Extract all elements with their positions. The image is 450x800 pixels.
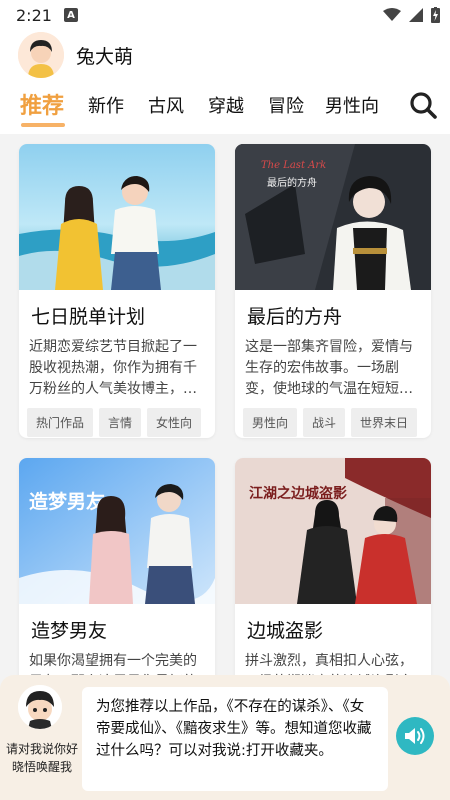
active-tab-indicator xyxy=(21,123,65,127)
card-tag[interactable]: 女性向 xyxy=(147,408,202,437)
tab-male-oriented[interactable]: 男性向 xyxy=(325,92,379,118)
tab-adventure[interactable]: 冒险 xyxy=(268,92,304,118)
status-icons xyxy=(383,7,440,23)
cover-english-title: The Last Ark xyxy=(261,160,326,171)
tab-ancient[interactable]: 古风 xyxy=(148,92,184,118)
category-tabs: 推荐 新作 古风 穿越 冒险 男性向 xyxy=(0,88,450,130)
header: 兔大萌 推荐 新作 古风 穿越 冒险 男性向 xyxy=(0,30,450,134)
tab-time-travel[interactable]: 穿越 xyxy=(208,92,244,118)
app-notification-icon: A xyxy=(63,8,78,22)
username: 兔大萌 xyxy=(76,45,134,68)
cover-chinese-title: 最后的方舟 xyxy=(267,176,317,189)
card-title: 造梦男友 xyxy=(31,620,108,642)
card-title: 七日脱单计划 xyxy=(31,306,146,328)
tab-recommended[interactable]: 推荐 xyxy=(20,88,64,120)
card-tags: 热门作品 言情 女性向 xyxy=(27,408,215,437)
user-avatar[interactable] xyxy=(18,32,64,78)
card-tag[interactable]: 世界末日 xyxy=(351,408,418,437)
tab-new[interactable]: 新作 xyxy=(88,92,124,118)
card-tag[interactable]: 男性向 xyxy=(243,408,298,437)
speaker-icon xyxy=(405,728,425,744)
card-description: 近期恋爱综艺节目掀起了一股收视热潮，你作为拥有千万粉丝的人气美妆博主，… xyxy=(29,339,197,397)
card-tag[interactable]: 热门作品 xyxy=(27,408,94,437)
search-icon[interactable] xyxy=(408,90,438,120)
signal-icon xyxy=(409,8,423,22)
wake-word-hint: 请对我说你好晓悟唤醒我 xyxy=(6,742,79,774)
card-title: 最后的方舟 xyxy=(247,306,343,328)
card-tag[interactable]: 战斗 xyxy=(303,408,346,437)
assistant-message: 为您推荐以上作品，《不存在的谋杀》、《女帝要成仙》、《黯夜求生》等。想知道您收藏… xyxy=(82,687,388,791)
card-description: 这是一部集齐冒险，爱情与生存的宏伟故事。一场剧变，使地球的气温在短短… xyxy=(245,339,413,397)
user-profile[interactable]: 兔大萌 xyxy=(18,32,133,78)
card-cover-image xyxy=(19,144,215,290)
voice-assistant-panel: 请对我说你好晓悟唤醒我 为您推荐以上作品，《不存在的谋杀》、《女帝要成仙》、《黯… xyxy=(0,675,450,800)
battery-icon xyxy=(431,7,440,23)
wifi-icon xyxy=(383,8,401,21)
card-cover-image: The Last Ark 最后的方舟 xyxy=(235,144,431,290)
assistant-avatar[interactable] xyxy=(18,685,62,729)
cover-title: 造梦男友 xyxy=(29,490,105,513)
card-cover-image: 江湖之边城盗影 xyxy=(235,458,431,604)
speaker-button[interactable] xyxy=(396,717,434,755)
card-tag[interactable]: 言情 xyxy=(99,408,142,437)
story-card[interactable]: The Last Ark 最后的方舟 最后的方舟 这是一部集齐冒险，爱情与生存的… xyxy=(235,144,431,438)
status-time: 2:21 xyxy=(16,5,52,25)
card-title: 边城盗影 xyxy=(247,620,324,642)
story-card[interactable]: 七日脱单计划 近期恋爱综艺节目掀起了一股收视热潮，你作为拥有千万粉丝的人气美妆博… xyxy=(19,144,215,438)
status-bar: 2:21 A xyxy=(0,0,450,30)
cover-calligraphy-title: 江湖之边城盗影 xyxy=(249,485,347,502)
card-tags: 男性向 战斗 世界末日 xyxy=(243,408,431,437)
card-cover-image: 造梦男友 xyxy=(19,458,215,604)
